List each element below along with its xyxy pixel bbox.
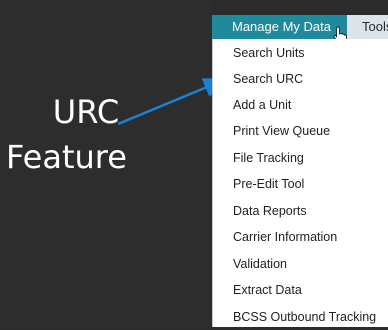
menu-item-validation[interactable]: Validation <box>233 251 287 277</box>
callout-label-line2: Feature <box>6 138 127 176</box>
menu-item-pre-edit-tool[interactable]: Pre-Edit Tool <box>233 171 304 197</box>
menu-item-search-units[interactable]: Search Units <box>233 40 305 66</box>
manage-my-data-dropdown: Search Units Search URC Add a Unit Print… <box>212 39 388 327</box>
menu-item-search-urc[interactable]: Search URC <box>233 66 303 92</box>
menu-item-bcss-outbound-tracking[interactable]: BCSS Outbound Tracking <box>233 304 376 330</box>
top-menu-bar: Manage My Data Tools <box>212 15 388 39</box>
menu-item-print-view-queue[interactable]: Print View Queue <box>233 118 330 144</box>
menu-item-carrier-information[interactable]: Carrier Information <box>233 224 337 250</box>
menu-item-data-reports[interactable]: Data Reports <box>233 198 307 224</box>
tab-manage-my-data[interactable]: Manage My Data <box>212 15 347 39</box>
menu-item-file-tracking[interactable]: File Tracking <box>233 145 304 171</box>
menu-item-extract-data[interactable]: Extract Data <box>233 277 302 303</box>
callout-label-line1: URC <box>52 93 120 131</box>
tab-tools[interactable]: Tools <box>362 15 388 39</box>
menu-item-add-a-unit[interactable]: Add a Unit <box>233 92 291 118</box>
